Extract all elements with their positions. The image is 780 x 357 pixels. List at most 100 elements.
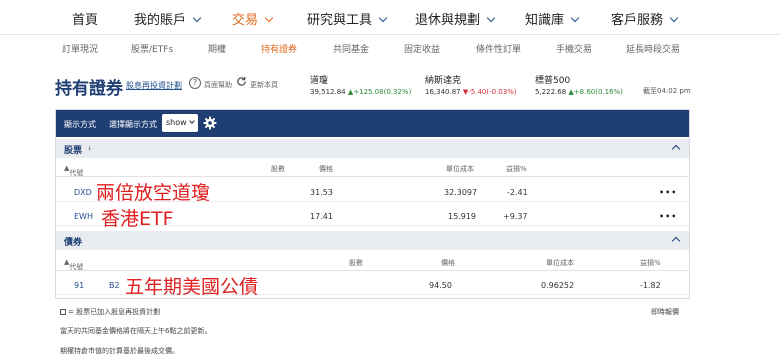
chevron-down-icon — [192, 13, 202, 23]
bonds-section-header[interactable]: 債券 — [56, 231, 689, 250]
help-link[interactable]: 頁面幫助 — [204, 80, 232, 90]
row-symbol[interactable]: EWH — [74, 212, 93, 221]
help-icon[interactable]: ? — [189, 77, 201, 89]
column-price[interactable]: 價格 — [441, 258, 455, 268]
nav-customer-service-label: 客戶服務 — [611, 13, 664, 28]
nav-home[interactable]: 首頁 — [72, 9, 98, 28]
column-cost[interactable]: 單位成本 — [546, 258, 574, 268]
dividend-legend: = 股票已加入股息再投資計劃 — [60, 307, 160, 317]
subnav-extended-hours[interactable]: 延長時段交易 — [626, 42, 680, 55]
more-actions-icon[interactable]: ••• — [659, 212, 677, 221]
select-display-label: 選擇顯示方式 — [109, 120, 157, 129]
chevron-down-icon — [486, 13, 496, 23]
index-nasdaq: 納斯達克 16,340.87 ▼-5.40(-0.03%) — [425, 73, 517, 96]
column-qty[interactable]: 股數 — [271, 164, 285, 174]
annotation-ewh: 香港ETF — [101, 208, 174, 230]
top-nav: 首頁 我的賬戶 交易 研究與工具 退休與規劃 知識庫 客戶服務 — [0, 0, 780, 35]
row-symbol-start[interactable]: 91 — [74, 281, 84, 290]
column-qty[interactable]: 股數 — [349, 258, 363, 268]
index-value: 39,512.84 — [310, 88, 346, 96]
subnav-fixed-income[interactable]: 固定收益 — [404, 42, 440, 55]
chevron-down-icon — [189, 118, 195, 124]
refresh-link[interactable]: 更新本頁 — [250, 80, 278, 90]
page-title: 持有證券 — [55, 79, 123, 99]
nav-retirement-label: 退休與規劃 — [415, 13, 481, 28]
row-pl: +9.37 — [503, 212, 528, 221]
dividend-reinvest-link[interactable]: 股息再投資計劃 — [126, 80, 182, 91]
column-pl[interactable]: 益損% — [640, 258, 661, 268]
column-symbol-label: 代號 — [69, 263, 84, 271]
row-symbol-end[interactable]: B2 — [109, 281, 120, 290]
column-symbol-label: 代號 — [69, 169, 84, 177]
chevron-down-icon — [669, 13, 679, 23]
nav-my-account-label: 我的賬戶 — [134, 13, 187, 28]
collapse-icon[interactable] — [671, 144, 681, 154]
nav-retirement[interactable]: 退休與規劃 — [415, 9, 496, 28]
column-price[interactable]: 價格 — [319, 164, 333, 174]
subnav-stocks-etfs[interactable]: 股票/ETFs — [131, 42, 173, 55]
refresh-icon[interactable] — [236, 76, 247, 87]
display-mode-value: show — [166, 118, 187, 127]
realtime-quote-link[interactable]: 即時報價 — [651, 307, 679, 317]
index-name: 納斯達克 — [425, 76, 462, 86]
subnav-mutual-funds[interactable]: 共同基金 — [333, 42, 369, 55]
index-name: 標普500 — [535, 76, 571, 86]
index-sp500: 標普500 5,222.68 ▲+8.60(0.16%) — [535, 73, 623, 96]
index-values: 5,222.68 ▲+8.60(0.16%) — [535, 88, 623, 96]
subnav-holdings[interactable]: 持有證券 — [261, 42, 297, 55]
nav-research-tools[interactable]: 研究與工具 — [307, 9, 388, 28]
index-values: 16,340.87 ▼-5.40(-0.03%) — [425, 88, 517, 96]
footer-note-funds: 當天的共同基金價格將在隔天上午6點之前更新。 — [60, 327, 212, 335]
index-change: ▼-5.40(-0.03%) — [462, 88, 517, 96]
index-dow: 道瓊 39,512.84 ▲+125.08(0.32%) — [310, 73, 411, 96]
row-cost: 32.3097 — [444, 188, 478, 197]
row-price: 17.41 — [310, 212, 333, 221]
stocks-section-header[interactable]: 股票 ↓ — [56, 139, 689, 158]
column-pl[interactable]: 益損% — [506, 164, 527, 174]
nav-knowledge[interactable]: 知識庫 — [525, 9, 580, 28]
row-symbol[interactable]: DXD — [74, 188, 92, 197]
stocks-section-title: 股票 — [64, 146, 83, 156]
chevron-down-icon — [570, 13, 580, 23]
index-change: ▲+125.08(0.32%) — [347, 88, 412, 96]
chevron-down-icon — [378, 13, 388, 23]
display-mode-select[interactable]: show — [162, 114, 198, 132]
annotation-bond: 五年期美國公債 — [125, 276, 259, 298]
row-pl: -2.41 — [507, 188, 528, 197]
subnav-options[interactable]: 期權 — [208, 42, 226, 55]
collapse-icon[interactable] — [671, 236, 681, 246]
footer-note-options: 期權持倉市值的計算基於最後成交價。 — [60, 347, 179, 355]
stocks-column-header: ▲ 代號 股數 價格 單位成本 益損% — [56, 160, 689, 177]
index-values: 39,512.84 ▲+125.08(0.32%) — [310, 88, 411, 96]
column-cost[interactable]: 單位成本 — [446, 164, 474, 174]
row-price: 31.53 — [310, 188, 333, 197]
row-price: 94.50 — [429, 281, 452, 290]
row-pl: -1.82 — [640, 281, 661, 290]
holdings-toolbar: 顯示方式 選擇顯示方式 show — [56, 110, 689, 137]
column-symbol[interactable]: ▲ 代號 — [64, 164, 83, 177]
chevron-down-icon — [264, 13, 274, 23]
column-symbol[interactable]: ▲ 代號 — [64, 258, 83, 271]
row-cost: 0.96252 — [541, 281, 575, 290]
nav-trade-label: 交易 — [232, 13, 259, 28]
as-of-time: 截至04:02 pm — [643, 87, 691, 95]
gear-icon[interactable] — [203, 116, 217, 130]
nav-knowledge-label: 知識庫 — [525, 13, 565, 28]
nav-research-tools-label: 研究與工具 — [307, 13, 373, 28]
subnav-conditional-orders[interactable]: 條件性訂單 — [476, 42, 521, 55]
more-actions-icon[interactable]: ••• — [659, 188, 677, 197]
nav-home-label: 首頁 — [72, 13, 99, 28]
nav-my-account[interactable]: 我的賬戶 — [134, 9, 202, 28]
bonds-section-title: 債券 — [64, 238, 83, 248]
subnav-order-status[interactable]: 訂單現況 — [62, 42, 98, 55]
nav-trade[interactable]: 交易 — [232, 9, 274, 28]
subnav-mobile-trading[interactable]: 手機交易 — [556, 42, 592, 55]
dividend-legend-text: = 股票已加入股息再投資計劃 — [68, 308, 161, 316]
annotation-dxd: 兩倍放空道瓊 — [96, 182, 211, 204]
index-change: ▲+8.60(0.16%) — [568, 88, 623, 96]
nav-customer-service[interactable]: 客戶服務 — [611, 9, 679, 28]
display-mode-label: 顯示方式 — [64, 120, 96, 129]
bonds-column-header: ▲ 代號 股數 價格 單位成本 益損% — [56, 254, 689, 271]
reinvest-marker-icon — [60, 309, 66, 315]
index-value: 16,340.87 — [425, 88, 461, 96]
